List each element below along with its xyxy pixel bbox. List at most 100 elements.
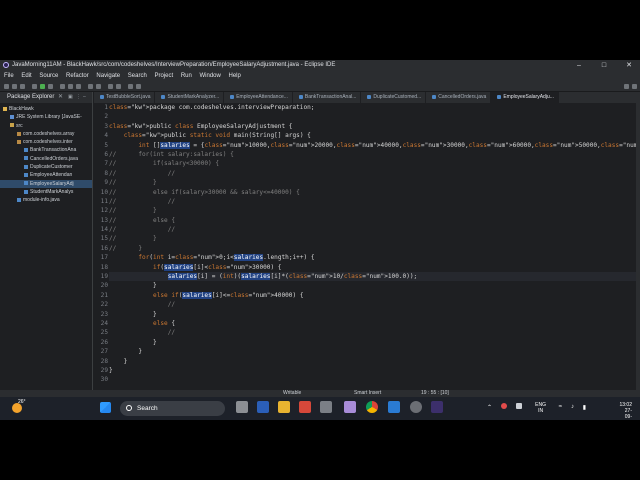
code-line[interactable]: // } [109, 244, 640, 253]
code-line[interactable]: // // [109, 169, 640, 178]
code-line[interactable] [109, 375, 640, 384]
menu-search[interactable]: Search [128, 73, 147, 79]
code-line[interactable]: else if(salaries[i]<=class="num">40000) … [109, 291, 640, 300]
code-area[interactable]: class="kw">package com.codeshelves.inter… [109, 103, 640, 385]
code-line[interactable]: // else if(salary>30000 && salary<=40000… [109, 188, 640, 197]
battery-status-icon[interactable]: ▮ [583, 404, 586, 411]
tree-item[interactable]: BankTransactionAna [0, 146, 92, 154]
windows-start-icon[interactable] [100, 402, 111, 413]
code-line[interactable]: class="kw">public static void main(Strin… [109, 131, 640, 140]
package-explorer-tab[interactable]: Package Explorer ✕ ▣ ⋮ – [0, 92, 92, 103]
word-icon[interactable] [257, 401, 269, 413]
tree-item[interactable]: CancelledOrders.java [0, 155, 92, 163]
tree-item[interactable]: src [0, 122, 92, 130]
perspective-icon[interactable] [624, 84, 629, 89]
menu-source[interactable]: Source [39, 73, 58, 79]
editor-tab[interactable]: EmployeeSalaryAdju... [491, 92, 559, 103]
code-line[interactable]: // [109, 300, 640, 309]
code-editor[interactable]: 1 2 3 4 5 6 7 8 9 10 11 12 13 14 15 16 17 18 19 20 21 22 23 24 2… [94, 103, 640, 390]
code-line[interactable]: } [109, 310, 640, 319]
back-icon[interactable] [128, 84, 133, 89]
chrome-icon[interactable] [366, 401, 378, 413]
code-line[interactable]: } [109, 357, 640, 366]
close-view-icon[interactable]: ✕ [58, 92, 63, 103]
file-explorer-icon[interactable] [278, 401, 290, 413]
code-line[interactable]: int []salaries = {class="num">10000,clas… [109, 141, 640, 150]
menu-navigate[interactable]: Navigate [96, 73, 120, 79]
view-menu-icon[interactable]: ⋮ [76, 92, 81, 103]
menu-project[interactable]: Project [154, 73, 173, 79]
editor-tab[interactable]: DuplicateCustomed... [361, 92, 427, 103]
new-java-project-icon[interactable] [60, 84, 65, 89]
code-line[interactable]: // for(int salary:salaries) { [109, 150, 640, 159]
editor-tab[interactable]: StudentMarkAnalyzer... [155, 92, 225, 103]
close-button[interactable]: ✕ [620, 60, 638, 71]
previous-annotation-icon[interactable] [116, 84, 121, 89]
code-line[interactable]: } [109, 338, 640, 347]
tree-item[interactable]: module-info.java [0, 196, 92, 204]
minimize-view-icon[interactable]: – [83, 92, 86, 103]
save-all-icon[interactable] [20, 84, 25, 89]
app-icon[interactable] [299, 401, 311, 413]
clock[interactable]: 13:02 27-09-2026 [619, 402, 632, 420]
speaker-icon[interactable]: ♪ [571, 404, 574, 410]
code-line[interactable]: // } [109, 234, 640, 243]
forward-icon[interactable] [136, 84, 141, 89]
tree-item[interactable]: com.codeshelves.inter [0, 138, 92, 146]
java-perspective-icon[interactable] [632, 84, 637, 89]
code-line[interactable]: else { [109, 319, 640, 328]
new-class-icon[interactable] [76, 84, 81, 89]
code-line[interactable]: if(salaries[i]<class="num">30000) { [109, 263, 640, 272]
wifi-icon[interactable]: ≈ [559, 404, 562, 410]
menu-help[interactable]: Help [229, 73, 241, 79]
code-line[interactable]: class="kw">package com.codeshelves.inter… [109, 103, 640, 112]
tree-item[interactable]: BlackHawk [0, 105, 92, 113]
open-type-icon[interactable] [88, 84, 93, 89]
code-line[interactable]: // else { [109, 216, 640, 225]
code-line[interactable]: // } [109, 206, 640, 215]
debug-icon[interactable] [32, 84, 37, 89]
minimize-button[interactable]: – [570, 60, 588, 71]
editor-tab[interactable]: BankTransactionAnal... [293, 92, 362, 103]
coverage-icon[interactable] [48, 84, 53, 89]
code-line[interactable]: } [109, 281, 640, 290]
code-line[interactable]: } [109, 347, 640, 356]
obs-icon[interactable] [410, 401, 422, 413]
code-line[interactable]: salaries[i] = (int)(salaries[i]*(class="… [109, 272, 640, 282]
search-icon[interactable] [96, 84, 101, 89]
code-line[interactable]: // // [109, 197, 640, 206]
code-line[interactable]: // // [109, 225, 640, 234]
menu-edit[interactable]: Edit [21, 73, 31, 79]
code-line[interactable]: // } [109, 178, 640, 187]
editor-tab[interactable]: CancelledOrders.java [426, 92, 492, 103]
tree-item[interactable]: JRE System Library [JavaSE- [0, 113, 92, 121]
tree-item[interactable]: EmployeeSalaryAdj [0, 179, 92, 188]
eclipse-taskbar-icon[interactable] [431, 401, 443, 413]
app-tray-icon[interactable] [501, 403, 507, 409]
tree-item[interactable]: com.codeshelves.array [0, 130, 92, 138]
tree-item[interactable]: EmployeeAttendan [0, 171, 92, 179]
battery-icon[interactable] [516, 403, 522, 409]
snipping-tool-icon[interactable] [320, 401, 332, 413]
collapse-all-icon[interactable]: ▣ [68, 92, 73, 103]
tree-item[interactable]: DuplicateCustomer [0, 163, 92, 171]
tree-item[interactable]: StudentMarkAnalys [0, 188, 92, 196]
code-line[interactable]: // if(salary<30000) { [109, 159, 640, 168]
show-hidden-icons[interactable]: ⌃ [487, 404, 492, 411]
editor-tab[interactable]: EmployeeAttendance... [224, 92, 293, 103]
vertical-scrollbar[interactable] [636, 103, 640, 390]
save-icon[interactable] [12, 84, 17, 89]
new-package-icon[interactable] [68, 84, 73, 89]
code-line[interactable]: // [109, 328, 640, 337]
language-indicator[interactable]: ENG IN [535, 402, 546, 414]
code-line[interactable]: for(int i=class="num">0;i<salaries.lengt… [109, 253, 640, 262]
menu-file[interactable]: File [4, 73, 14, 79]
run-icon[interactable] [40, 84, 45, 89]
editor-tab[interactable]: TestBubbleSort.java [94, 92, 156, 103]
code-line[interactable] [109, 112, 640, 121]
vscode-icon[interactable] [388, 401, 400, 413]
task-view-icon[interactable] [236, 401, 248, 413]
app-icon-2[interactable] [344, 401, 356, 413]
taskbar-search[interactable]: Search [120, 401, 225, 416]
next-annotation-icon[interactable] [108, 84, 113, 89]
